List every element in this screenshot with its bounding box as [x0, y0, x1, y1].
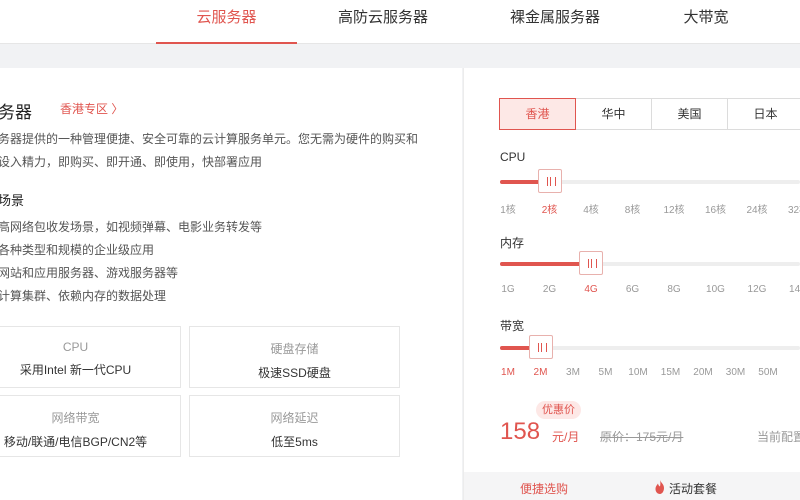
activity-package-button[interactable]: 活动套餐	[655, 480, 718, 497]
current-config-label: 当前配置	[757, 430, 800, 444]
memory-slider-fill	[500, 262, 591, 266]
memory-label: 内存	[500, 236, 525, 250]
activity-package-label: 活动套餐	[669, 482, 718, 496]
cpu-slider-handle[interactable]	[537, 169, 562, 193]
cpu-tick-label[interactable]: 12核	[663, 201, 684, 216]
memory-tick-label[interactable]: 12G	[748, 284, 767, 295]
config-panel: 香港 华中 美国 日本 CPU 1核2核4核8核12核16核24核32核 内存 …	[463, 68, 800, 500]
cpu-tick-label[interactable]: 2核	[542, 201, 558, 216]
feature-key: 网络延迟	[270, 411, 319, 425]
region-japan[interactable]: 日本	[727, 98, 800, 130]
bandwidth-slider[interactable]	[500, 335, 800, 359]
product-info-panel: 务器 香港专区 〉 务器提供的一种管理便捷、安全可靠的云计算服务单元。您无需为硬…	[0, 68, 462, 500]
feature-key: 网络带宽	[51, 411, 100, 425]
description-line: 设入精力，即购买、即开通、即使用，快部署应用	[0, 155, 263, 169]
tab-cloud-server[interactable]: 云服务器	[156, 0, 297, 44]
memory-tick-label[interactable]: 1G	[501, 284, 514, 295]
fire-icon	[655, 480, 664, 494]
cpu-label: CPU	[500, 150, 526, 164]
discount-badge: 优惠价	[536, 401, 581, 419]
tab-big-bandwidth[interactable]: 大带宽	[666, 0, 746, 44]
tab-ddos-cloud-server[interactable]: 高防云服务器	[320, 0, 446, 44]
feature-card-latency: 网络延迟 低至5ms	[189, 395, 400, 457]
feature-card-storage: 硬盘存储 极速SSD硬盘	[189, 326, 400, 388]
bandwidth-tick-label[interactable]: 10M	[628, 367, 647, 378]
region-hong-kong[interactable]: 香港	[499, 98, 576, 130]
purchase-bar: 便捷选购 活动套餐	[464, 472, 800, 500]
cpu-slider[interactable]	[500, 169, 800, 193]
bandwidth-tick-label[interactable]: 30M	[726, 367, 745, 378]
price-value: 158	[500, 418, 541, 445]
memory-tick-label[interactable]: 2G	[543, 284, 556, 295]
cpu-tick-label[interactable]: 1核	[500, 201, 516, 216]
feature-value: 采用Intel 新一代CPU	[19, 363, 132, 377]
description-line: 务器提供的一种管理便捷、安全可靠的云计算服务单元。您无需为硬件的购买和	[0, 132, 419, 146]
feature-value: 移动/联通/电信BGP/CN2等	[3, 435, 148, 449]
bandwidth-tick-label[interactable]: 50M	[758, 367, 777, 378]
bandwidth-tick-label[interactable]: 5M	[599, 367, 613, 378]
bandwidth-label: 带宽	[500, 319, 525, 333]
memory-tick-label[interactable]: 14G	[789, 284, 800, 295]
memory-tick-label[interactable]: 4G	[584, 284, 597, 295]
region-selector: 香港 华中 美国 日本	[499, 98, 800, 130]
bandwidth-tick-label[interactable]: 20M	[693, 367, 712, 378]
memory-tick-labels: 1G 2G 4G 6G 8G 10G 12G 14G	[500, 284, 800, 298]
bandwidth-tick-label[interactable]: 15M	[661, 367, 680, 378]
price-unit: 元/月	[552, 430, 580, 444]
feature-value: 低至5ms	[271, 435, 318, 449]
bandwidth-tick-label[interactable]: 3M	[566, 367, 580, 378]
feature-card-cpu: CPU 采用Intel 新一代CPU	[0, 326, 181, 388]
cpu-tick-label[interactable]: 4核	[583, 201, 599, 216]
list-item: 计算集群、依赖内存的数据处理	[0, 289, 167, 303]
product-title: 务器	[0, 103, 32, 122]
list-item: 各种类型和规模的企业级应用	[0, 243, 155, 257]
bandwidth-tick-labels: 1M 2M 3M 5M 10M 15M 20M 30M 50M	[500, 367, 800, 381]
region-usa[interactable]: 美国	[651, 98, 728, 130]
cpu-tick-label[interactable]: 8核	[625, 201, 641, 216]
bandwidth-tick-label[interactable]: 2M	[534, 367, 548, 378]
feature-key: CPU	[62, 340, 89, 354]
cpu-tick-labels: 1核 2核 4核 8核 12核 16核 24核 32核	[500, 201, 800, 216]
memory-tick-label[interactable]: 10G	[706, 284, 725, 295]
memory-tick-label[interactable]: 8G	[667, 284, 680, 295]
cpu-tick-label[interactable]: 16核	[705, 201, 726, 216]
scene-list: 高网络包收发场景，如视频弹幕、电影业务转发等 各种类型和规模的企业级应用 网站和…	[0, 218, 262, 310]
product-description: 务器提供的一种管理便捷、安全可靠的云计算服务单元。您无需为硬件的购买和 设入精力…	[0, 128, 438, 174]
hong-kong-zone-link[interactable]: 香港专区 〉	[60, 100, 123, 117]
cpu-tick-label[interactable]: 24核	[746, 201, 767, 216]
scenes-heading: 场景	[0, 193, 25, 208]
tab-bare-metal-server[interactable]: 裸金属服务器	[490, 0, 620, 44]
feature-card-bandwidth: 网络带宽 移动/联通/电信BGP/CN2等	[0, 395, 181, 457]
original-price: 原价：175元/月	[600, 430, 684, 444]
list-item: 高网络包收发场景，如视频弹幕、电影业务转发等	[0, 220, 263, 234]
region-central-china[interactable]: 华中	[575, 98, 652, 130]
quick-purchase-button[interactable]: 便捷选购	[520, 480, 568, 497]
bandwidth-tick-label[interactable]: 1M	[501, 367, 515, 378]
memory-tick-label[interactable]: 6G	[626, 284, 639, 295]
memory-slider[interactable]	[500, 251, 800, 275]
memory-slider-handle[interactable]	[579, 251, 603, 275]
bandwidth-slider-handle[interactable]	[528, 335, 553, 359]
feature-key: 硬盘存储	[270, 342, 319, 356]
cpu-tick-label[interactable]: 32核	[788, 201, 800, 216]
feature-value: 极速SSD硬盘	[258, 366, 331, 380]
product-tab-bar: 云服务器 高防云服务器 裸金属服务器 大带宽	[0, 0, 800, 44]
list-item: 网站和应用服务器、游戏服务器等	[0, 266, 179, 280]
